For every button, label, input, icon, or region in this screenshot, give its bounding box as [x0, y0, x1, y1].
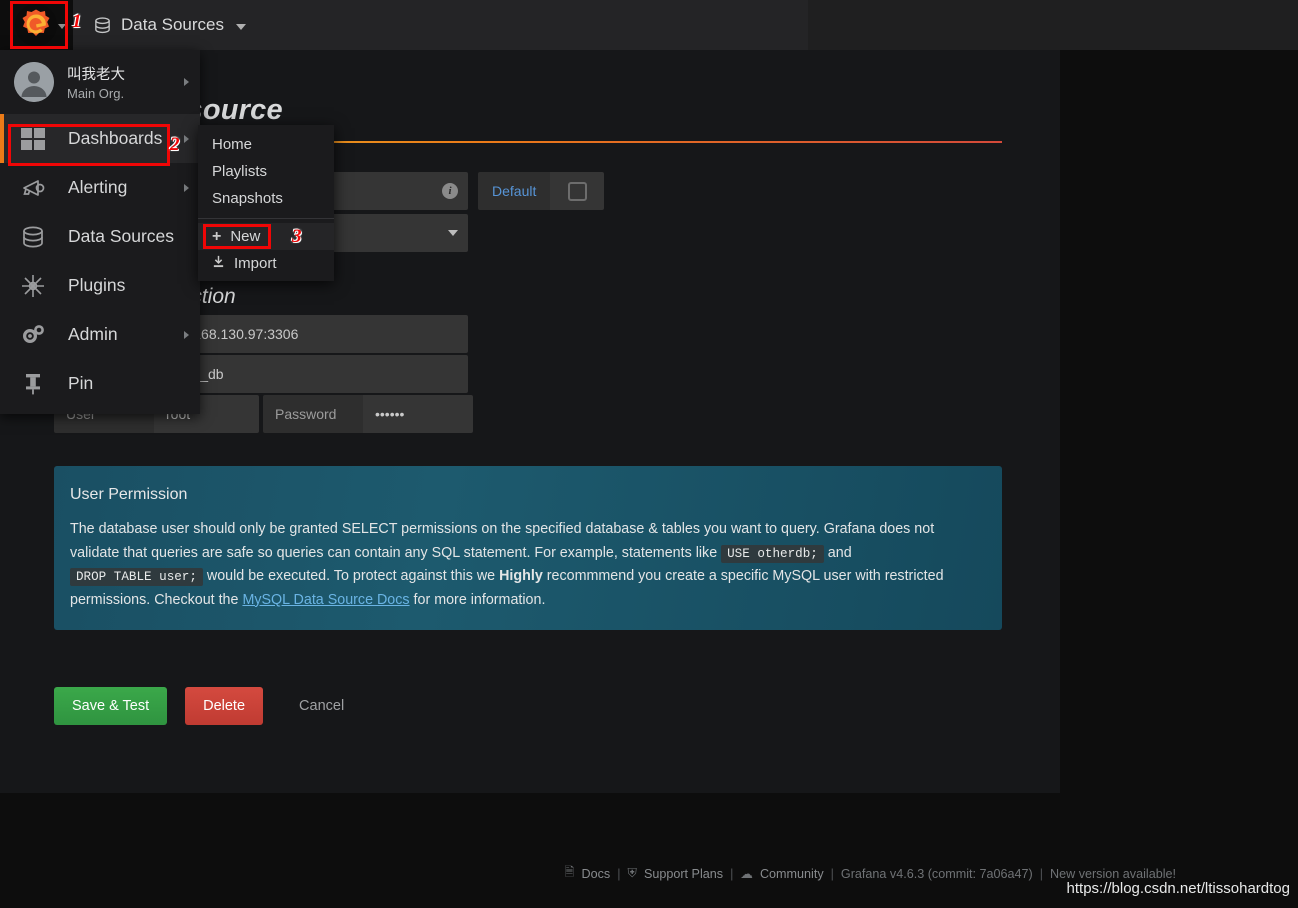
flyout-item-label: Home [212, 136, 253, 153]
support-icon: ⛨ [627, 866, 637, 880]
sidebar-item-label: Plugins [68, 275, 126, 295]
chevron-down-icon[interactable] [448, 230, 458, 236]
user-permission-alert: User Permission The database user should… [54, 466, 1002, 631]
user-permission-title: User Permission [70, 486, 188, 503]
screen: Edit data source Name MySqlSource i Defa… [0, 0, 1298, 908]
brand-chevron-down-icon[interactable] [58, 24, 66, 29]
delete-button[interactable]: Delete [185, 687, 264, 725]
default-label: Default [478, 172, 551, 210]
watermark: https://blog.csdn.net/ltissohardtog [1066, 880, 1290, 897]
footer-docs-link[interactable]: Docs [582, 867, 611, 881]
footer-version: Grafana v4.6.3 (commit: 7a06a47) [840, 866, 1033, 881]
top-navbar: Data Sources [0, 0, 1298, 50]
sidebar-user-profile[interactable]: 叫我老大 Main Org. [0, 50, 200, 114]
sidebar-item-admin[interactable]: Admin [0, 310, 200, 359]
flyout-item-label: Import [234, 255, 277, 272]
sidebar-item-dashboards[interactable]: Dashboards [0, 114, 200, 163]
plugin-icon [16, 273, 50, 299]
community-icon: ☁ [740, 867, 753, 881]
info-icon[interactable]: i [442, 183, 458, 199]
footer-divider-1: | [617, 866, 621, 881]
permission-bold-1: Highly [499, 568, 543, 585]
sidebar-item-label: Alerting [68, 177, 128, 197]
permission-text-3: would be executed. To protect against th… [202, 568, 500, 585]
sidebar-item-pin[interactable]: Pin [0, 359, 200, 408]
admin-chevron-right-icon[interactable] [184, 330, 189, 339]
sidebar-item-alerting[interactable]: Alerting [0, 163, 200, 212]
flyout-item-import[interactable]: Import [198, 250, 334, 277]
default-checkbox-cell[interactable] [550, 172, 605, 210]
footer-support-link[interactable]: Support Plans [644, 867, 723, 881]
side-menu: 叫我老大 Main Org. Dashboards Alerting Data … [0, 50, 200, 414]
save-and-test-button[interactable]: Save & Test [54, 687, 168, 725]
footer-divider-2: | [730, 866, 734, 881]
alerting-chevron-right-icon[interactable] [184, 183, 189, 192]
flyout-item-label: Playlists [212, 163, 268, 180]
avatar [14, 62, 54, 102]
footer-new-version: New version available! [1050, 866, 1176, 881]
user-chevron-right-icon[interactable] [184, 78, 189, 86]
database-icon [95, 16, 110, 33]
permission-text-5: for more information. [409, 591, 546, 608]
database-input[interactable]: samp_db [154, 355, 468, 393]
sidebar-item-plugins[interactable]: Plugins [0, 261, 200, 310]
flyout-item-home[interactable]: Home [198, 131, 334, 158]
sidebar-item-label: Data Sources [68, 226, 175, 246]
mysql-docs-link[interactable]: MySQL Data Source Docs [242, 592, 409, 608]
flyout-item-new[interactable]: + New [198, 223, 334, 250]
flyout-item-label: Snapshots [212, 190, 283, 207]
sidebar-item-data-sources[interactable]: Data Sources [0, 212, 200, 261]
flyout-item-label: New [230, 228, 261, 245]
cancel-button[interactable]: Cancel [281, 687, 362, 725]
footer-divider-4: | [1039, 866, 1043, 881]
brand-cell[interactable] [0, 0, 72, 50]
database-icon [16, 224, 50, 250]
permission-code-1: USE otherdb; [721, 544, 824, 563]
dashboards-flyout-menu: Home Playlists Snapshots + New Import [198, 125, 334, 281]
host-input[interactable]: 192.168.130.97:3306 [154, 315, 468, 353]
password-input-value: •••••• [375, 406, 405, 422]
sidebar-item-label: Dashboards [68, 128, 163, 148]
permission-code-2: DROP TABLE user; [70, 568, 203, 587]
sidebar-item-label: Pin [68, 373, 94, 393]
megaphone-icon [16, 175, 50, 201]
gears-icon [16, 322, 50, 348]
footer-community-link[interactable]: Community [760, 867, 824, 881]
sidebar-user-text: 叫我老大 Main Org. [67, 63, 125, 101]
flyout-item-snapshots[interactable]: Snapshots [198, 185, 334, 212]
default-checkbox[interactable] [567, 181, 587, 201]
breadcrumb-label: Data Sources [121, 15, 224, 34]
grafana-logo-icon[interactable] [15, 4, 57, 46]
password-label: Password [263, 395, 363, 433]
breadcrumb[interactable]: Data Sources [73, 0, 264, 50]
download-icon [212, 255, 225, 272]
navbar-spacer [264, 0, 808, 50]
grid-icon [16, 126, 50, 152]
docs-icon: 🗎 [564, 865, 575, 879]
form-actions: Save & Test Delete Cancel [54, 687, 362, 725]
flyout-item-playlists[interactable]: Playlists [198, 158, 334, 185]
sidebar-item-label: Admin [68, 324, 118, 344]
password-input[interactable]: •••••• [363, 395, 473, 433]
plus-icon: + [212, 227, 222, 245]
footer-divider-3: | [830, 866, 834, 881]
sidebar-user-name: 叫我老大 [67, 67, 125, 83]
pin-icon [16, 371, 50, 397]
flyout-divider [198, 218, 334, 219]
dashboards-chevron-right-icon[interactable] [184, 134, 189, 143]
user-permission-text: The database user should only be granted… [70, 518, 986, 612]
sidebar-user-org: Main Org. [67, 86, 125, 101]
breadcrumb-chevron-down-icon[interactable] [236, 24, 246, 30]
permission-text-2: and [823, 544, 852, 561]
navbar-right-region [808, 0, 1298, 50]
